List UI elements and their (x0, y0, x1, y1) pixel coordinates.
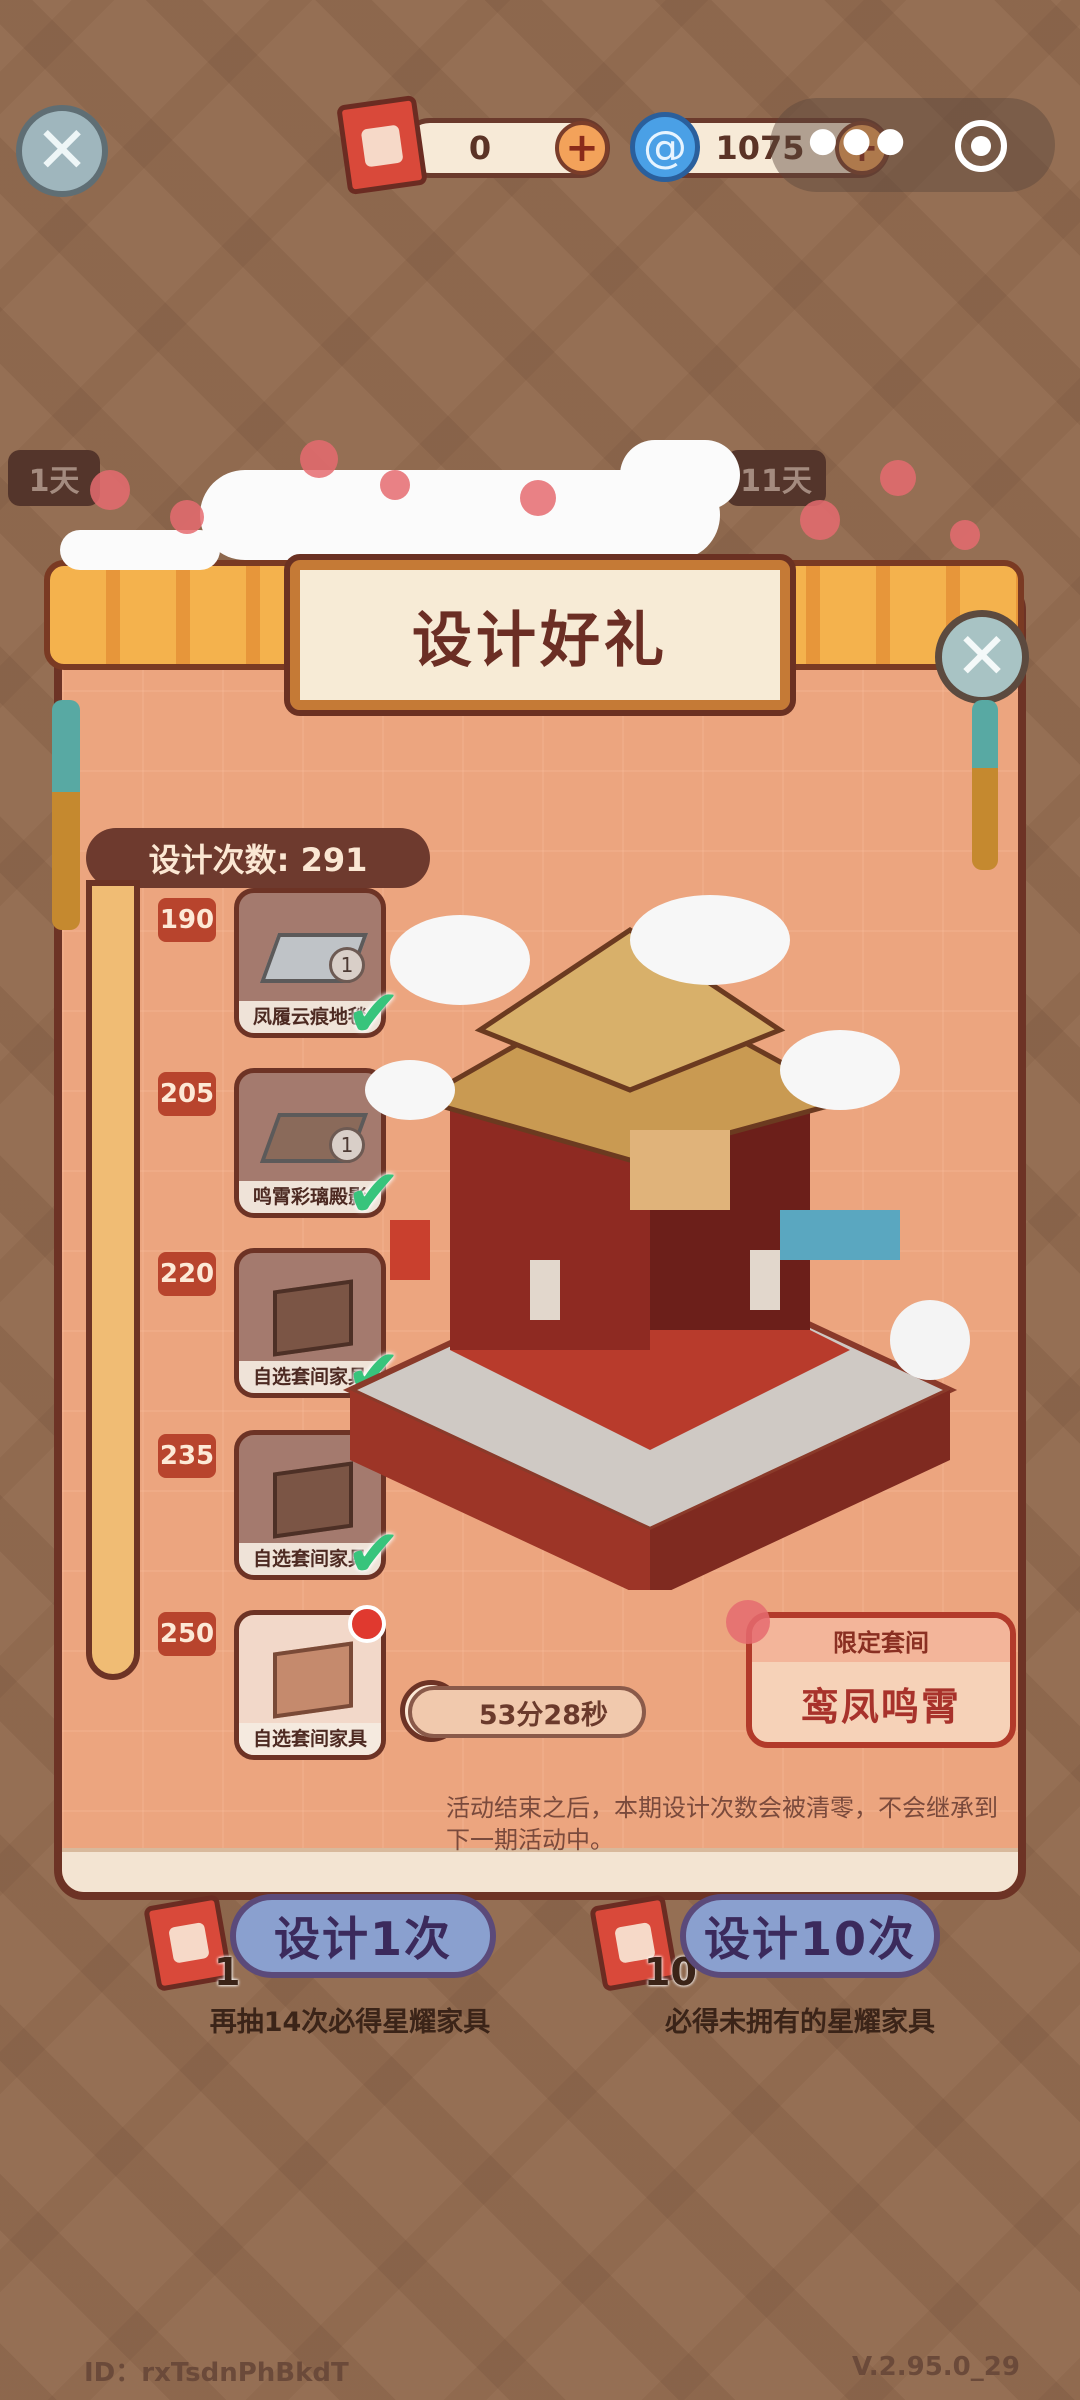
target-icon[interactable] (955, 120, 1007, 172)
design-once-label: 设计1次 (273, 1912, 452, 1966)
close-page-button[interactable]: ✕ (16, 105, 108, 197)
blossom-decoration (520, 480, 556, 516)
close-icon: ✕ (35, 114, 89, 188)
title-plaque: 设计好礼 (284, 554, 796, 716)
progress-track (86, 880, 140, 1680)
close-icon: ✕ (955, 620, 1009, 694)
blossom-decoration (726, 1600, 770, 1644)
countdown-text: 53分28秒 (478, 1699, 608, 1731)
scroll-currency: 0 + (400, 118, 610, 178)
design-ten-label: 设计10次 (703, 1912, 916, 1966)
version: V.2.95.0_29 (852, 2352, 1020, 2382)
palace-illustration (342, 895, 970, 1590)
design-ten-button[interactable]: 设计10次 (680, 1894, 940, 1978)
ten-hint: 必得未拥有的星耀家具 (665, 2007, 935, 2038)
blossom-decoration (300, 440, 338, 478)
milestone-number: 250 (158, 1612, 216, 1656)
blossom-decoration (950, 520, 980, 550)
blossom-decoration (170, 500, 204, 534)
milestone-number: 190 (158, 898, 216, 942)
close-modal-button[interactable]: ✕ (935, 610, 1029, 704)
design-once-button[interactable]: 设计1次 (230, 1894, 496, 1978)
single-hint: 再抽14次必得星耀家具 (209, 2007, 491, 2038)
swirl-currency-icon: @ (630, 112, 700, 182)
blossom-decoration (380, 470, 410, 500)
countdown-timer: 53分28秒 (408, 1686, 646, 1738)
blossom-decoration (880, 460, 916, 496)
set-badge-name: 鸾凤鸣霄 (800, 1685, 961, 1729)
scroll-icon (336, 94, 428, 196)
milestone-number: 235 (158, 1434, 216, 1478)
blossom-decoration (800, 500, 840, 540)
limited-set-badge[interactable]: 限定套间 鸾凤鸣霄 (746, 1612, 1016, 1748)
more-dots-icon[interactable]: ●●● (808, 120, 909, 160)
tassel-decoration (52, 700, 80, 930)
reset-notice: 活动结束之后，本期设计次数会被清零，不会继承到下一期活动中。 (446, 1794, 998, 1854)
notification-dot (348, 1605, 386, 1643)
scroll-count: 0 (468, 129, 492, 167)
snow-decoration (620, 440, 740, 510)
snow-decoration (60, 530, 220, 570)
set-badge-caption: 限定套间 (752, 1618, 1010, 1662)
milestone-label: 自选套间家具 (239, 1723, 381, 1755)
box-icon (273, 1641, 353, 1719)
user-id: ID：rxTsdnPhBkdT (84, 2358, 349, 2388)
blossom-decoration (90, 470, 130, 510)
milestone-number: 220 (158, 1252, 216, 1296)
milestone-number: 205 (158, 1072, 216, 1116)
tassel-decoration (972, 700, 998, 870)
modal-title: 设计好礼 (412, 605, 668, 676)
add-scroll-button[interactable]: + (555, 121, 609, 175)
